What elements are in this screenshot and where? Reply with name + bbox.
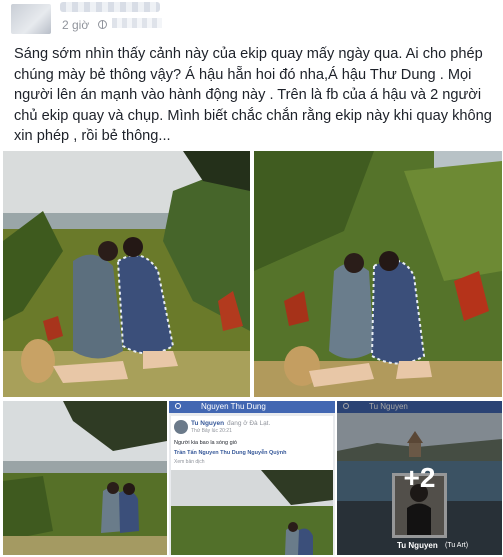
translate-link: Xem bản dịch bbox=[174, 459, 205, 465]
fb-post-card: Tu Nguyen đang ở Đà Lạt. Thứ Bảy lúc 20:… bbox=[171, 416, 333, 555]
facebook-post: 2 giờ Sáng sớm nhìn thấy cảnh này của ek… bbox=[0, 0, 503, 557]
post-header: 2 giờ bbox=[0, 0, 503, 36]
globe-icon bbox=[98, 20, 107, 29]
poster-name: Tu Nguyen bbox=[191, 420, 225, 427]
avatar[interactable] bbox=[11, 4, 51, 34]
fb-search-bar: Nguyen Thu Dung bbox=[169, 401, 335, 413]
photo-3-image bbox=[3, 401, 167, 555]
photo-1-image bbox=[3, 151, 250, 397]
checkin-text: đang ở Đà Lạt. bbox=[227, 420, 271, 427]
blurred-meta bbox=[112, 18, 162, 28]
post-photo-5[interactable]: Tu Nguyen +2 Tu Nguyen (Tu Art) bbox=[337, 401, 502, 555]
search-icon bbox=[175, 403, 181, 409]
post-date: Thứ Bảy lúc 20:21 bbox=[191, 428, 232, 434]
post-photo-3[interactable] bbox=[3, 401, 167, 555]
profile-alt-name: (Tu Art) bbox=[445, 542, 469, 549]
post-caption: Sáng sớm nhìn thấy cảnh này của ekip qua… bbox=[14, 46, 492, 144]
post-photo-4[interactable]: Nguyen Thu Dung Tu Nguyen đang ở Đà Lạt.… bbox=[169, 401, 335, 555]
blurred-author-name[interactable] bbox=[60, 2, 160, 12]
shared-photo bbox=[171, 470, 333, 555]
photo-2-image bbox=[254, 151, 502, 397]
poster-avatar bbox=[174, 420, 188, 434]
search-name: Nguyen Thu Dung bbox=[201, 402, 266, 411]
more-photos-overlay[interactable]: +2 bbox=[337, 401, 502, 555]
post-time[interactable]: 2 giờ bbox=[62, 18, 89, 32]
post-photo-1[interactable] bbox=[3, 151, 250, 397]
tagged-names: Trần Tấn Nguyen Thu Dung Nguyễn Quỳnh bbox=[174, 450, 287, 456]
profile-name: Tu Nguyen bbox=[397, 541, 438, 550]
post-text: Người kia bao la sóng gió bbox=[174, 440, 237, 446]
post-photo-2[interactable] bbox=[254, 151, 502, 397]
